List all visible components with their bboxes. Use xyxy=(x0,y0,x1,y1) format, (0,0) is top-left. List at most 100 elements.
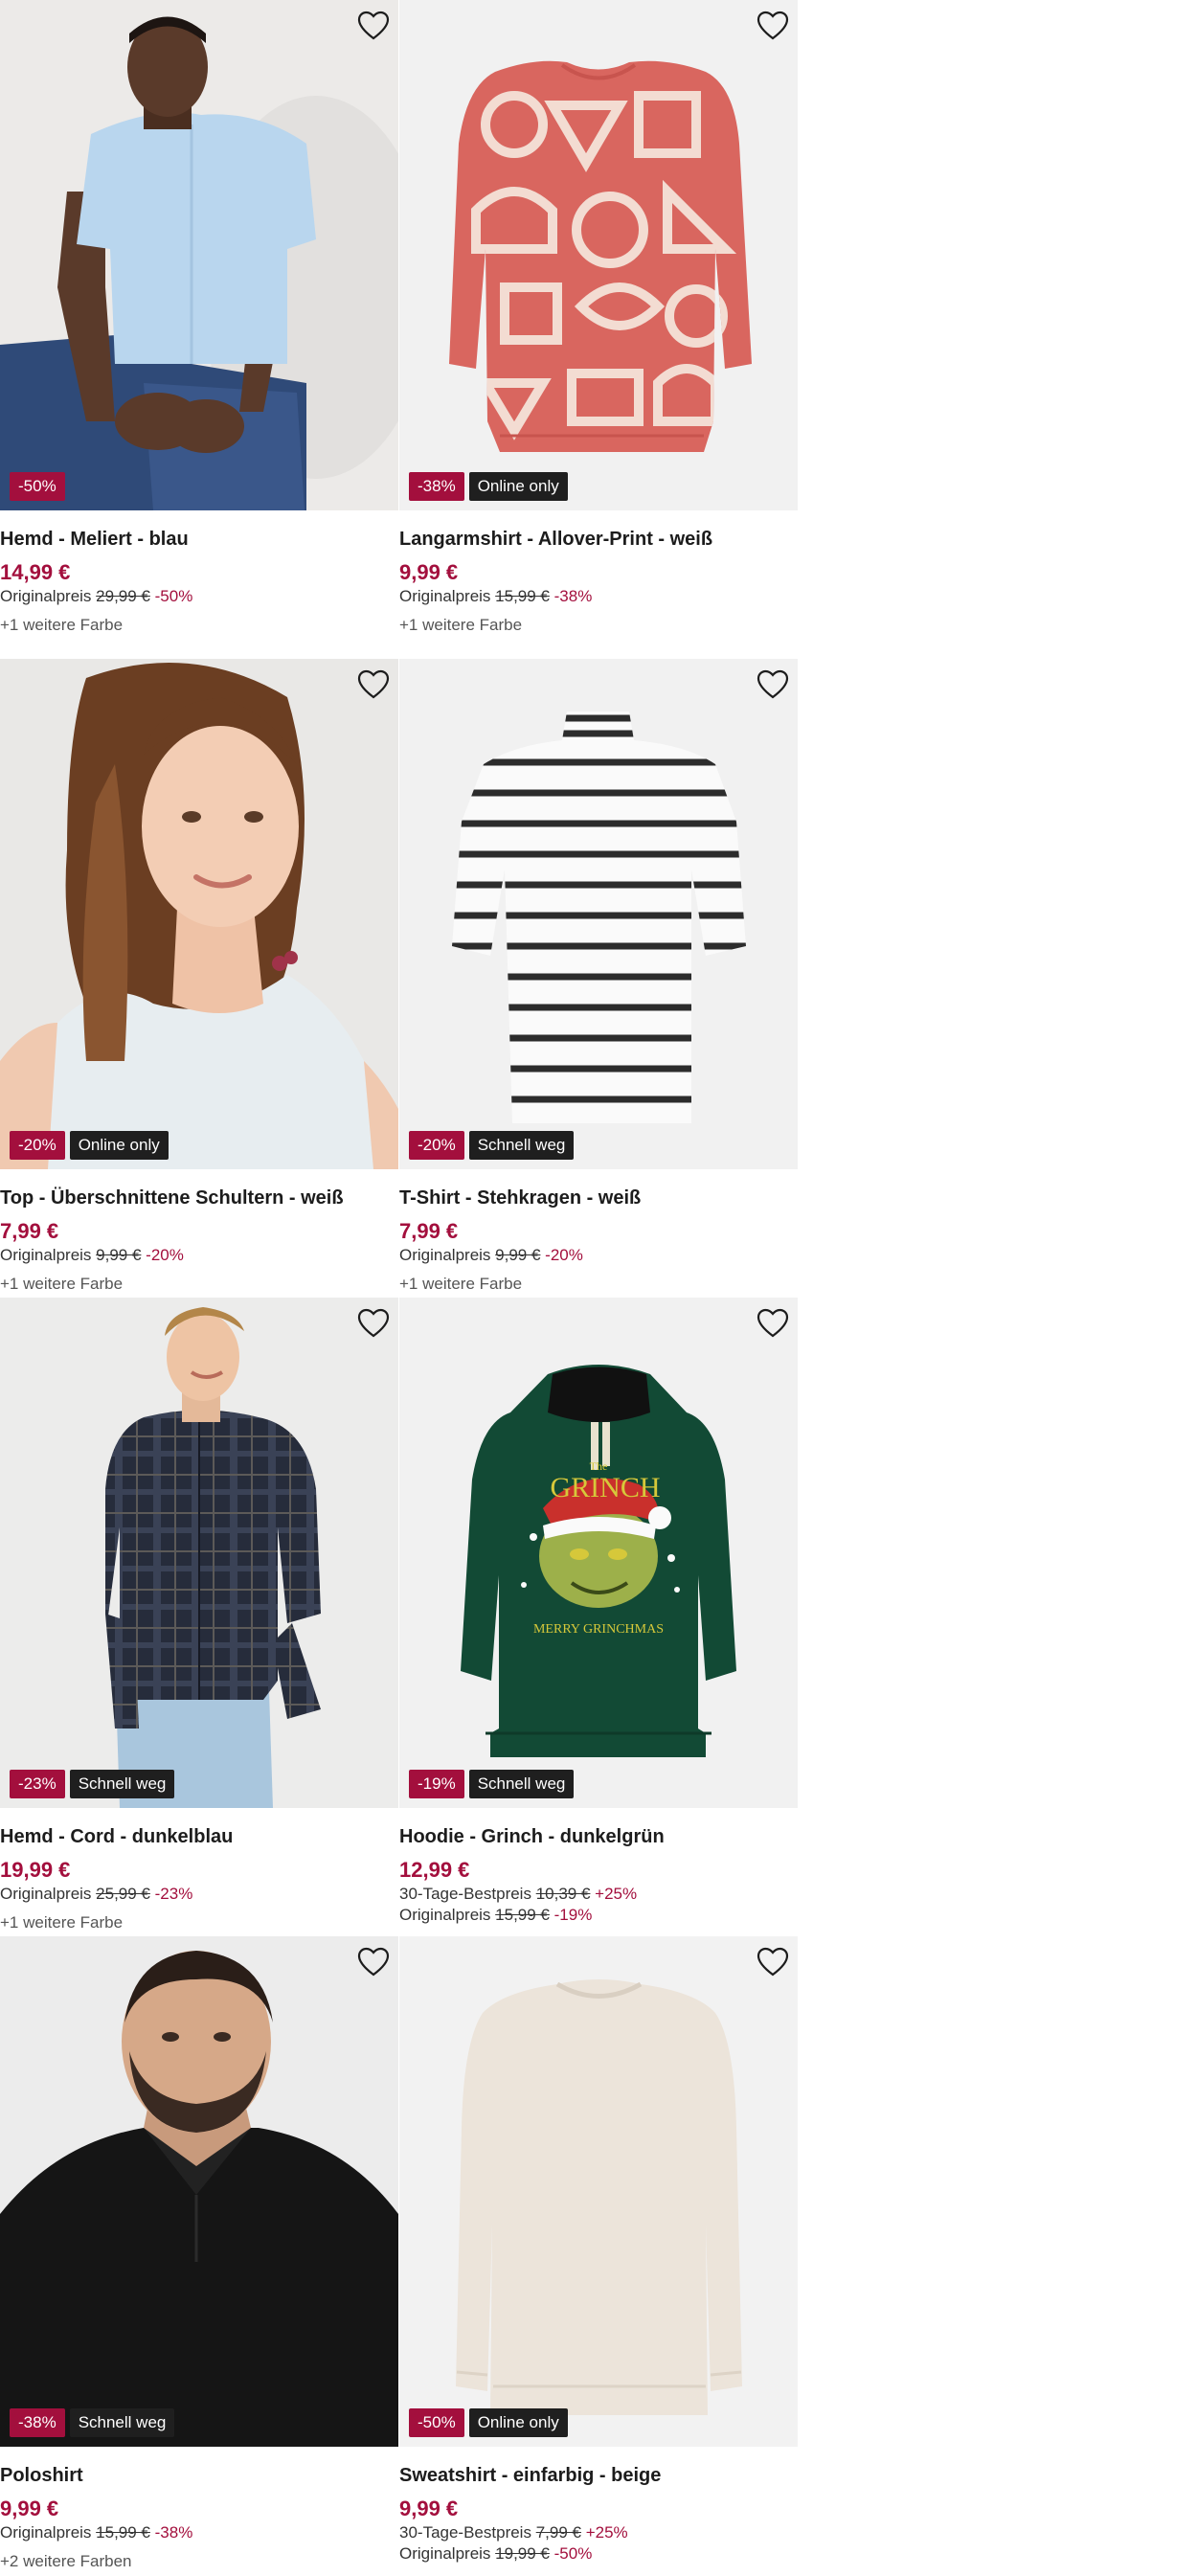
more-colors-link[interactable]: +1 weitere Farbe xyxy=(399,615,798,636)
label-badge: Online only xyxy=(468,2408,568,2437)
product-image[interactable]: -23% Schnell weg xyxy=(0,1298,398,1808)
product-info: Top - Überschnittene Schultern - weiß 7,… xyxy=(0,1169,398,1295)
price-reference-label: Originalpreis xyxy=(399,2544,491,2563)
product-image-green-grinch-hoodie: The GRINCH MERRY GRINCHMAS xyxy=(399,1298,798,1808)
wishlist-heart-icon[interactable] xyxy=(757,1308,789,1339)
product-image-man-light-blue-shirt xyxy=(0,0,398,510)
discount-badge: -23% xyxy=(10,1770,65,1798)
price-reference-label: Originalpreis xyxy=(0,587,92,605)
price-reference-label: Originalpreis xyxy=(0,1885,92,1903)
more-colors-link[interactable]: +1 weitere Farbe xyxy=(0,1912,398,1933)
product-price: 7,99 € xyxy=(399,1219,459,1243)
product-image[interactable]: -50% xyxy=(0,0,398,510)
price-reference-label: Originalpreis xyxy=(399,587,491,605)
product-title[interactable]: Sweatshirt - einfarbig - beige xyxy=(399,2463,798,2488)
product-info: Sweatshirt - einfarbig - beige 9,99 € 30… xyxy=(399,2447,798,2565)
wishlist-heart-icon[interactable] xyxy=(757,11,789,41)
price-change-percent: -38% xyxy=(154,2523,193,2542)
discount-badge: -50% xyxy=(10,472,65,501)
label-badge: Schnell weg xyxy=(468,1770,575,1798)
price-reference: 30-Tage-Bestpreis 7,99 € +25% xyxy=(399,2522,798,2543)
product-info: Hemd - Cord - dunkelblau 19,99 € Origina… xyxy=(0,1808,398,1933)
product-title[interactable]: Hemd - Meliert - blau xyxy=(0,527,398,552)
product-info: Poloshirt 9,99 € Originalpreis 15,99 € -… xyxy=(0,2447,398,2572)
product-card[interactable]: -20% Schnell weg T-Shirt - Stehkragen - … xyxy=(399,659,798,1298)
price-change-percent: -50% xyxy=(553,2544,593,2563)
product-card[interactable]: -50% Hemd - Meliert - blau 14,99 € Origi… xyxy=(0,0,398,659)
more-colors-link[interactable]: +1 weitere Farbe xyxy=(0,1274,398,1295)
price-reference: Originalpreis 9,99 € -20% xyxy=(399,1245,798,1266)
price-reference-label: Originalpreis xyxy=(399,1906,491,1924)
badge-row: -50% Online only xyxy=(409,2408,568,2437)
hoodie-print-grinch: GRINCH xyxy=(550,1472,660,1503)
product-title[interactable]: Langarmshirt - Allover-Print - weiß xyxy=(399,527,798,552)
product-image-beige-sweatshirt xyxy=(399,1936,798,2447)
price-reference-label: Originalpreis xyxy=(399,1246,491,1264)
product-title[interactable]: Hoodie - Grinch - dunkelgrün xyxy=(399,1824,798,1849)
product-image[interactable]: The GRINCH MERRY GRINCHMAS -19% Schnell … xyxy=(399,1298,798,1808)
wishlist-heart-icon[interactable] xyxy=(357,1308,390,1339)
price-reference: Originalpreis 19,99 € -50% xyxy=(399,2543,798,2565)
old-price: 19,99 € xyxy=(495,2544,550,2563)
price-change-percent: -38% xyxy=(553,587,593,605)
badge-row: -20% Online only xyxy=(10,1131,169,1160)
product-image[interactable]: -20% Schnell weg xyxy=(399,659,798,1169)
price-reference-label: 30-Tage-Bestpreis xyxy=(399,2523,531,2542)
label-badge: Online only xyxy=(468,472,568,501)
more-colors-link[interactable]: +2 weitere Farben xyxy=(0,2551,398,2572)
more-colors-link[interactable]: +1 weitere Farbe xyxy=(0,615,398,636)
discount-badge: -20% xyxy=(10,1131,65,1160)
old-price: 7,99 € xyxy=(535,2523,581,2542)
product-info: Hoodie - Grinch - dunkelgrün 12,99 € 30-… xyxy=(399,1808,798,1926)
hoodie-print-merry: MERRY GRINCHMAS xyxy=(533,1622,664,1637)
badge-row: -50% xyxy=(10,472,65,501)
product-price: 9,99 € xyxy=(399,560,459,584)
wishlist-heart-icon[interactable] xyxy=(357,1947,390,1977)
product-image[interactable]: -38% Schnell weg xyxy=(0,1936,398,2447)
wishlist-heart-icon[interactable] xyxy=(357,11,390,41)
product-image[interactable]: -38% Online only xyxy=(399,0,798,510)
product-card[interactable]: -23% Schnell weg Hemd - Cord - dunkelbla… xyxy=(0,1298,398,1936)
old-price: 25,99 € xyxy=(96,1885,150,1903)
product-info: Langarmshirt - Allover-Print - weiß 9,99… xyxy=(399,510,798,636)
old-price: 15,99 € xyxy=(495,1906,550,1924)
wishlist-heart-icon[interactable] xyxy=(357,669,390,700)
price-reference: Originalpreis 9,99 € -20% xyxy=(0,1245,398,1266)
product-price: 12,99 € xyxy=(399,1858,470,1882)
product-title[interactable]: Poloshirt xyxy=(0,2463,398,2488)
old-price: 10,39 € xyxy=(535,1885,591,1903)
badge-row: -23% Schnell weg xyxy=(10,1770,175,1798)
price-change-percent: +25% xyxy=(585,2523,628,2542)
product-image[interactable]: -50% Online only xyxy=(399,1936,798,2447)
price-reference: 30-Tage-Bestpreis 10,39 € +25% xyxy=(399,1884,798,1905)
product-card[interactable]: -20% Online only Top - Überschnittene Sc… xyxy=(0,659,398,1298)
product-image-man-black-polo xyxy=(0,1936,398,2447)
price-reference: Originalpreis 15,99 € -38% xyxy=(0,2522,398,2543)
more-colors-link[interactable]: +1 weitere Farbe xyxy=(399,1274,798,1295)
wishlist-heart-icon[interactable] xyxy=(757,669,789,700)
product-title[interactable]: Hemd - Cord - dunkelblau xyxy=(0,1824,398,1849)
product-image[interactable]: -20% Online only xyxy=(0,659,398,1169)
label-badge: Schnell weg xyxy=(69,1770,175,1798)
wishlist-heart-icon[interactable] xyxy=(757,1947,789,1977)
hoodie-print-the: The xyxy=(590,1459,608,1473)
discount-badge: -19% xyxy=(409,1770,464,1798)
price-change-percent: -50% xyxy=(154,587,193,605)
product-info: T-Shirt - Stehkragen - weiß 7,99 € Origi… xyxy=(399,1169,798,1295)
discount-badge: -38% xyxy=(10,2408,65,2437)
product-title[interactable]: Top - Überschnittene Schultern - weiß xyxy=(0,1186,398,1210)
product-title[interactable]: T-Shirt - Stehkragen - weiß xyxy=(399,1186,798,1210)
product-card[interactable]: -38% Online only Langarmshirt - Allover-… xyxy=(399,0,798,659)
product-image-striped-turtleneck-tshirt xyxy=(399,659,798,1169)
product-card[interactable]: The GRINCH MERRY GRINCHMAS -19% Schnell … xyxy=(399,1298,798,1936)
product-card[interactable]: -50% Online only Sweatshirt - einfarbig … xyxy=(399,1936,798,2576)
old-price: 15,99 € xyxy=(495,587,550,605)
product-info: Hemd - Meliert - blau 14,99 € Originalpr… xyxy=(0,510,398,636)
price-reference: Originalpreis 29,99 € -50% xyxy=(0,586,398,607)
label-badge: Online only xyxy=(69,1131,169,1160)
product-card[interactable]: -38% Schnell weg Poloshirt 9,99 € Origin… xyxy=(0,1936,398,2576)
badge-row: -38% Schnell weg xyxy=(10,2408,175,2437)
old-price: 9,99 € xyxy=(495,1246,541,1264)
badge-row: -38% Online only xyxy=(409,472,568,501)
product-image-woman-white-top xyxy=(0,659,398,1169)
